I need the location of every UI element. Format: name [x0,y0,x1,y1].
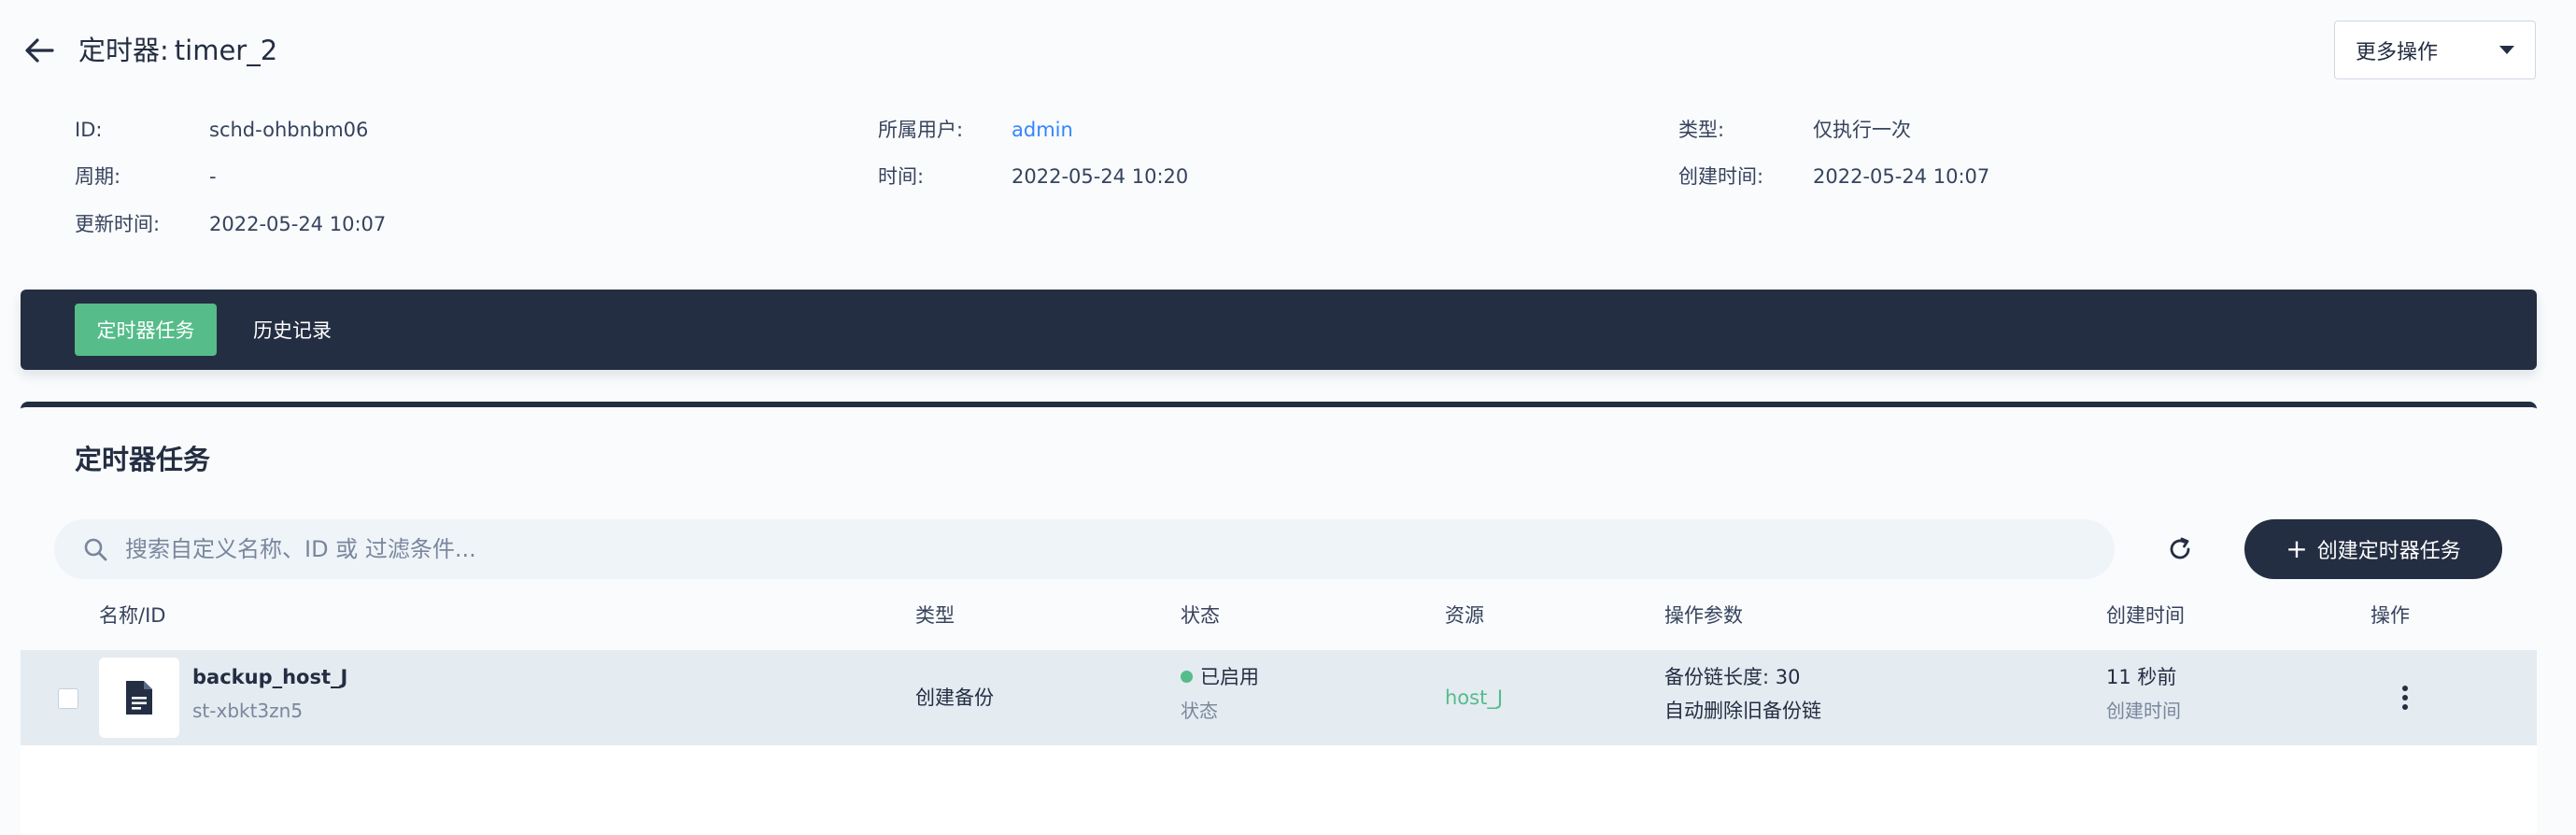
create-timer-task-button[interactable]: + 创建定时器任务 [2244,519,2502,579]
row-created: 11 秒前 [2106,666,2177,688]
caret-down-icon [2499,46,2514,54]
time-value: 2022-05-24 10:20 [1012,165,1189,188]
row-resource-link[interactable]: host_J [1445,684,1503,712]
row-param-line2: 自动删除旧备份链 [1664,700,1821,722]
column-header-params[interactable]: 操作参数 [1664,601,1743,630]
period-label: 周期: [75,165,121,188]
tab-timer-tasks[interactable]: 定时器任务 [75,304,217,356]
search-bar[interactable] [54,519,2115,579]
page-title-prefix: 定时器: [78,35,169,66]
tabs-bar: 定时器任务 历史记录 [21,290,2537,370]
page-title-name: timer_2 [174,35,278,66]
column-header-name[interactable]: 名称/ID [99,601,165,630]
column-header-type[interactable]: 类型 [915,601,955,630]
id-label: ID: [75,119,103,141]
updated-time-value: 2022-05-24 10:07 [209,213,387,235]
column-header-actions: 操作 [2371,604,2410,627]
column-header-status[interactable]: 状态 [1181,601,1220,630]
search-input[interactable] [125,536,1900,562]
type-value: 仅执行一次 [1813,119,1911,141]
card-title: 定时器任务 [75,444,211,475]
created-time-value: 2022-05-24 10:07 [1813,165,1990,188]
column-header-created[interactable]: 创建时间 [2106,601,2185,630]
row-param-line1: 备份链长度: 30 [1664,666,1801,688]
updated-time-label: 更新时间: [75,213,161,235]
file-icon [99,658,179,738]
plus-icon: + [2286,533,2308,564]
created-time-label: 创建时间: [1678,165,1764,188]
row-status: 已启用 [1181,663,1259,691]
create-button-label: 创建定时器任务 [2316,540,2461,563]
time-label: 时间: [878,165,925,188]
type-label: 类型: [1678,119,1725,141]
timer-tasks-card: 定时器任务 + 创建定时器任务 名称/ID 类型 状态 资源 操作参数 创建时间… [21,402,2537,835]
tab-history[interactable]: 历史记录 [235,304,349,356]
page-title: 定时器: timer_2 [78,32,277,69]
table-row[interactable]: backup_host_J st-xbkt3zn5 创建备份 已启用 状态 ho… [21,650,2537,745]
back-arrow-icon[interactable] [21,32,58,69]
period-value: - [209,165,217,188]
id-value: schd-ohbnbm06 [209,119,369,141]
row-name[interactable]: backup_host_J [192,663,347,691]
owner-link[interactable]: admin [1012,116,1073,144]
owner-label: 所属用户: [878,119,964,141]
search-icon [82,536,108,562]
column-header-resource[interactable]: 资源 [1445,601,1484,630]
row-id: st-xbkt3zn5 [192,700,304,722]
more-actions-dropdown[interactable]: 更多操作 [2334,21,2536,79]
row-checkbox[interactable] [58,688,78,709]
more-vertical-icon[interactable] [2385,678,2425,717]
more-actions-label: 更多操作 [2356,40,2439,64]
row-created-sub: 创建时间 [2106,700,2181,722]
status-dot-icon [1181,671,1193,683]
row-status-text: 已启用 [1200,666,1259,688]
row-type: 创建备份 [915,686,994,709]
refresh-icon[interactable] [2159,529,2201,570]
row-status-sub: 状态 [1181,700,1218,722]
